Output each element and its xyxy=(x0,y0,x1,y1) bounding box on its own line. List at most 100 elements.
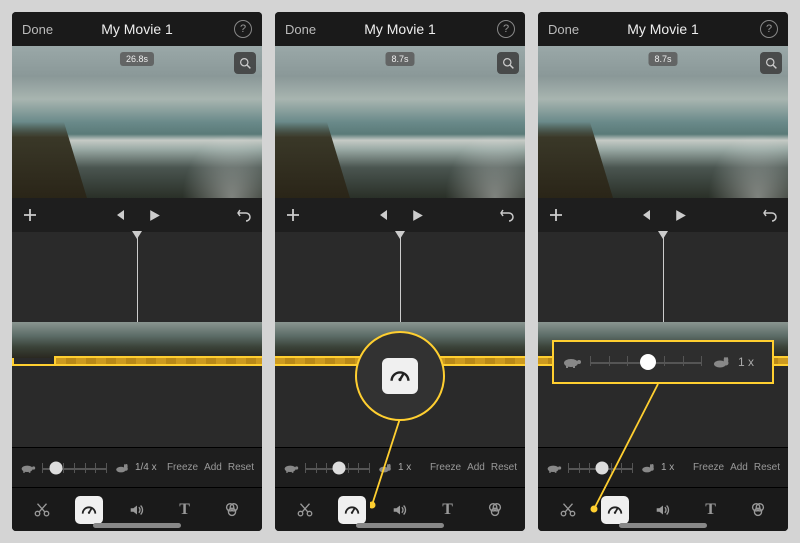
play-button[interactable] xyxy=(147,208,162,223)
add-button[interactable]: Add xyxy=(204,462,222,473)
project-title: My Movie 1 xyxy=(627,21,699,37)
playback-controls xyxy=(538,198,788,232)
text-icon: T xyxy=(705,501,716,519)
video-preview[interactable]: 8.7s xyxy=(538,46,788,198)
freeze-button[interactable]: Freeze xyxy=(430,462,461,473)
speed-value: 1 x xyxy=(661,462,687,473)
duration-badge: 8.7s xyxy=(648,52,677,66)
header: Done My Movie 1 ? xyxy=(275,12,525,46)
add-media-button[interactable] xyxy=(22,207,38,223)
add-media-button[interactable] xyxy=(548,207,564,223)
clip-thumbnail xyxy=(464,322,525,358)
play-button[interactable] xyxy=(410,208,425,223)
rabbit-icon xyxy=(113,462,129,474)
speed-value-zoomed: 1 x xyxy=(738,355,764,369)
volume-tool[interactable] xyxy=(123,496,151,524)
home-indicator[interactable] xyxy=(93,523,181,528)
reset-button[interactable]: Reset xyxy=(754,462,780,473)
callout-line xyxy=(590,384,660,514)
speed-slider[interactable] xyxy=(42,461,107,475)
clip-thumbnail xyxy=(201,322,262,358)
plus-icon xyxy=(285,207,301,223)
cut-tool[interactable] xyxy=(291,496,319,524)
text-tool[interactable]: T xyxy=(171,496,199,524)
text-icon: T xyxy=(442,501,453,519)
help-button[interactable]: ? xyxy=(234,20,252,38)
header: Done My Movie 1 ? xyxy=(12,12,262,46)
turtle-icon xyxy=(20,462,36,474)
add-button[interactable]: Add xyxy=(730,462,748,473)
speedometer-icon xyxy=(343,501,361,519)
plus-icon xyxy=(22,207,38,223)
timeline[interactable]: 1 x 1 x Freeze Add Reset T xyxy=(538,232,788,531)
done-button[interactable]: Done xyxy=(285,22,316,37)
skip-start-button[interactable] xyxy=(639,208,653,222)
turtle-icon xyxy=(546,462,562,474)
freeze-button[interactable]: Freeze xyxy=(167,462,198,473)
done-button[interactable]: Done xyxy=(22,22,53,37)
pinch-zoom-button[interactable] xyxy=(760,52,782,74)
help-button[interactable]: ? xyxy=(760,20,778,38)
play-icon xyxy=(673,208,688,223)
rabbit-icon xyxy=(710,355,730,369)
speed-tool[interactable] xyxy=(75,496,103,524)
help-button[interactable]: ? xyxy=(497,20,515,38)
magnifier-icon xyxy=(765,57,778,70)
filter-tool[interactable] xyxy=(218,496,246,524)
filter-tool[interactable] xyxy=(481,496,509,524)
filter-icon xyxy=(749,501,767,519)
undo-button[interactable] xyxy=(762,207,778,223)
speed-tool[interactable] xyxy=(338,496,366,524)
home-indicator[interactable] xyxy=(356,523,444,528)
skip-start-button[interactable] xyxy=(113,208,127,222)
home-indicator[interactable] xyxy=(619,523,707,528)
reset-button[interactable]: Reset xyxy=(491,462,517,473)
play-button[interactable] xyxy=(673,208,688,223)
skip-back-icon xyxy=(376,208,390,222)
undo-button[interactable] xyxy=(236,207,252,223)
selected-clip[interactable] xyxy=(12,322,262,366)
phone-screen-3: Done My Movie 1 ? 8.7s xyxy=(538,12,788,531)
done-button[interactable]: Done xyxy=(548,22,579,37)
playback-controls xyxy=(275,198,525,232)
phone-screen-2: Done My Movie 1 ? 8.7s xyxy=(275,12,525,531)
cut-tool[interactable] xyxy=(554,496,582,524)
skip-back-icon xyxy=(639,208,653,222)
text-tool[interactable]: T xyxy=(434,496,462,524)
cut-tool[interactable] xyxy=(28,496,56,524)
play-icon xyxy=(410,208,425,223)
plus-icon xyxy=(548,207,564,223)
speed-controls-bar: 1 x Freeze Add Reset xyxy=(538,447,788,487)
pinch-zoom-button[interactable] xyxy=(234,52,256,74)
timeline[interactable]: 1/4 x Freeze Add Reset T xyxy=(12,232,262,531)
reset-button[interactable]: Reset xyxy=(228,462,254,473)
clip-thumbnail xyxy=(75,322,138,358)
speed-slider-zoomed[interactable] xyxy=(590,354,702,370)
speed-slider-knob[interactable] xyxy=(50,461,63,474)
pinch-zoom-button[interactable] xyxy=(497,52,519,74)
text-tool[interactable]: T xyxy=(697,496,725,524)
speed-slider-knob[interactable] xyxy=(640,354,656,370)
header: Done My Movie 1 ? xyxy=(538,12,788,46)
turtle-icon xyxy=(562,355,582,369)
duration-badge: 8.7s xyxy=(385,52,414,66)
speaker-icon xyxy=(128,501,146,519)
video-preview[interactable]: 26.8s xyxy=(12,46,262,198)
speed-slider[interactable] xyxy=(305,461,370,475)
speed-tool-zoomed xyxy=(382,358,418,394)
text-icon: T xyxy=(179,501,190,519)
video-preview[interactable]: 8.7s xyxy=(275,46,525,198)
speed-slider-knob[interactable] xyxy=(332,461,345,474)
freeze-button[interactable]: Freeze xyxy=(693,462,724,473)
timeline[interactable]: 1 x Freeze Add Reset T xyxy=(275,232,525,531)
clip-thumbnail xyxy=(275,322,338,358)
undo-button[interactable] xyxy=(499,207,515,223)
add-button[interactable]: Add xyxy=(467,462,485,473)
speed-controls-bar: 1/4 x Freeze Add Reset xyxy=(12,447,262,487)
add-media-button[interactable] xyxy=(285,207,301,223)
skip-start-button[interactable] xyxy=(376,208,390,222)
filter-tool[interactable] xyxy=(744,496,772,524)
speedometer-icon xyxy=(80,501,98,519)
undo-icon xyxy=(762,207,778,223)
help-icon: ? xyxy=(240,23,246,35)
